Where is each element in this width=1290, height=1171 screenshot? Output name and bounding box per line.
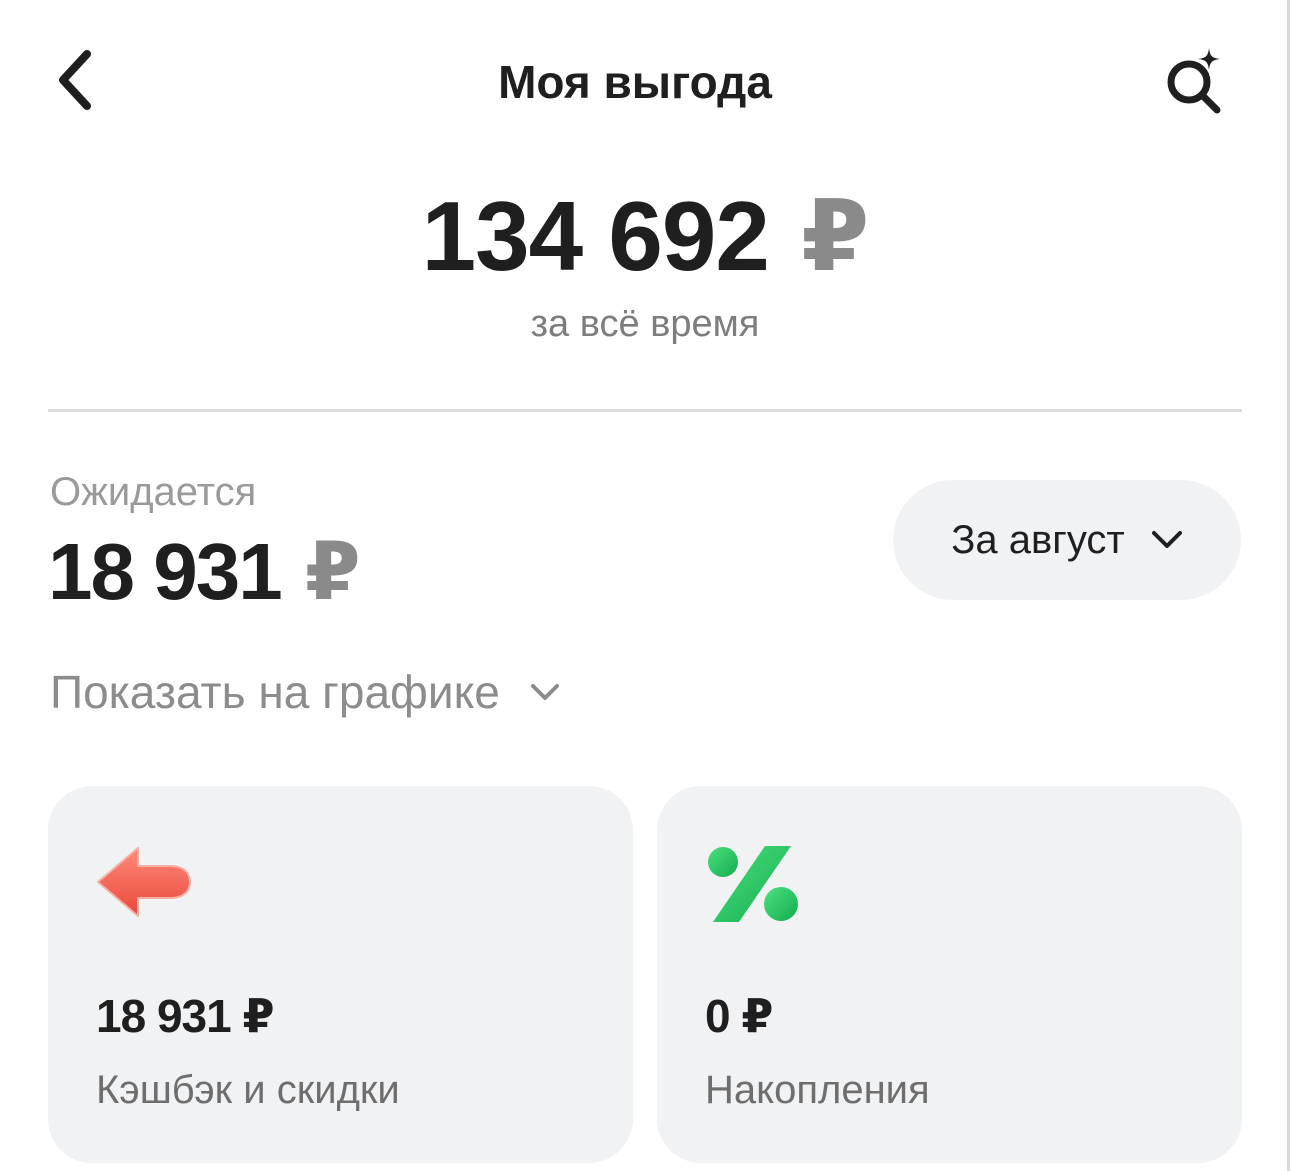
percent-icon [703,844,803,924]
show-on-chart-toggle[interactable]: Показать на графике [50,665,560,719]
chevron-down-icon [530,684,559,700]
savings-card[interactable]: 0 ₽ Накопления [657,786,1242,1163]
search-sparkle-icon [1167,48,1221,114]
expected-label: Ожидается [50,470,257,514]
search-button[interactable] [1155,40,1235,120]
chevron-down-icon [1151,531,1182,548]
page-title: Моя выгода [498,56,772,108]
cashback-amount: 18 931 ₽ [96,990,274,1042]
total-amount: 134 692 [421,181,770,291]
expected-currency: ₽ [304,527,361,616]
show-on-chart-label: Показать на графике [50,666,500,718]
savings-amount: 0 ₽ [705,990,773,1042]
total-currency: ₽ [801,181,869,291]
divider [48,409,1242,412]
cashback-label: Кэшбэк и скидки [96,1068,400,1112]
period-select[interactable]: За август [893,480,1241,600]
total-benefit: 134 692 ₽ [0,180,1290,294]
expected-amount-value: 18 931 [48,527,283,616]
total-caption: за всё время [530,303,760,345]
arrow-back-icon [94,844,194,924]
savings-label: Накопления [705,1068,930,1112]
expected-amount: 18 931 ₽ [48,525,361,618]
period-select-label: За август [951,517,1125,562]
cashback-card[interactable]: 18 931 ₽ Кэшбэк и скидки [48,786,633,1163]
